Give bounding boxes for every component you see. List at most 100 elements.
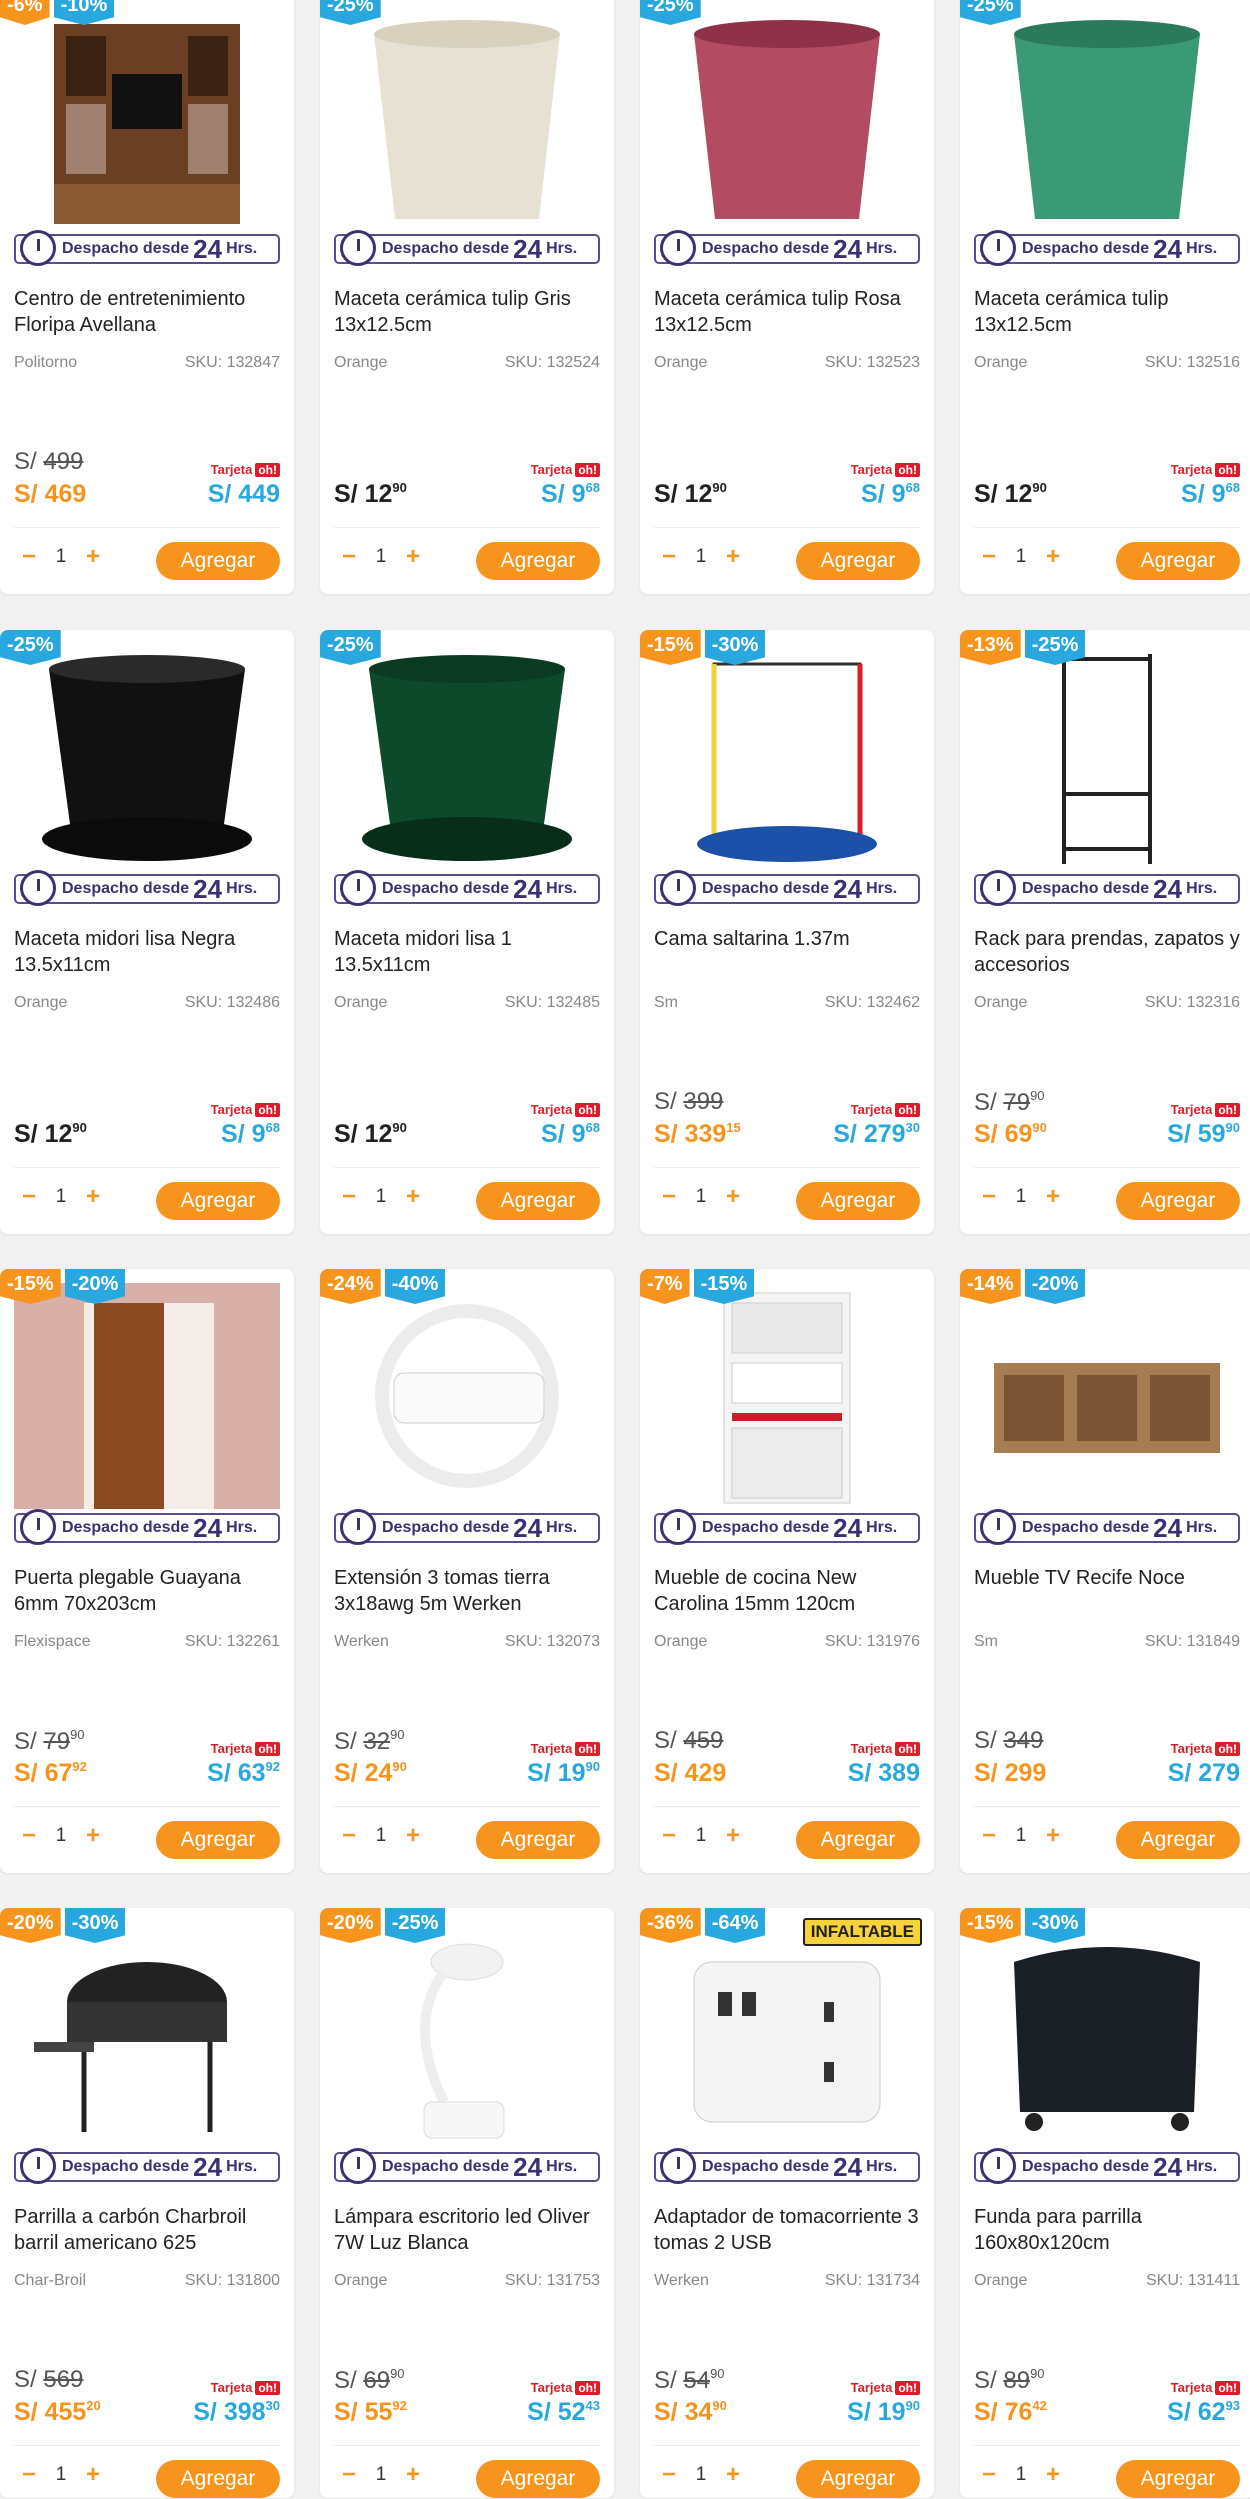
quantity-value[interactable]: 1 [44, 546, 78, 568]
product-title[interactable]: Mueble TV Recife Noce [974, 1565, 1240, 1591]
product-card[interactable]: -6% -10% Despacho desde 24 Hrs. Centro de… [0, 0, 294, 594]
decrease-quantity-button[interactable]: − [14, 2460, 44, 2490]
add-to-cart-button[interactable]: Agregar [476, 542, 600, 580]
product-title[interactable]: Maceta midori lisa 1 13.5x11cm [334, 926, 600, 978]
decrease-quantity-button[interactable]: − [654, 542, 684, 572]
add-to-cart-button[interactable]: Agregar [1116, 1821, 1240, 1859]
product-image[interactable] [14, 1283, 280, 1509]
add-to-cart-button[interactable]: Agregar [796, 1821, 920, 1859]
increase-quantity-button[interactable]: + [1038, 542, 1068, 572]
quantity-value[interactable]: 1 [44, 2464, 78, 2486]
quantity-stepper[interactable]: − 1 + [974, 1821, 1068, 1851]
decrease-quantity-button[interactable]: − [654, 2460, 684, 2490]
decrease-quantity-button[interactable]: − [654, 1182, 684, 1212]
increase-quantity-button[interactable]: + [398, 1182, 428, 1212]
product-card[interactable]: -25% Despacho desde 24 Hrs. Maceta cerám… [640, 0, 934, 594]
quantity-value[interactable]: 1 [44, 1825, 78, 1847]
increase-quantity-button[interactable]: + [718, 1182, 748, 1212]
add-to-cart-button[interactable]: Agregar [1116, 1182, 1240, 1220]
product-card[interactable]: -14% -20% Despacho desde 24 Hrs. Mueble T… [960, 1269, 1250, 1873]
product-title[interactable]: Parrilla a carbón Charbroil barril ameri… [14, 2204, 280, 2256]
decrease-quantity-button[interactable]: − [974, 2460, 1004, 2490]
quantity-stepper[interactable]: − 1 + [974, 1182, 1068, 1212]
increase-quantity-button[interactable]: + [78, 542, 108, 572]
product-title[interactable]: Cama saltarina 1.37m [654, 926, 920, 952]
add-to-cart-button[interactable]: Agregar [156, 1821, 280, 1859]
increase-quantity-button[interactable]: + [398, 2460, 428, 2490]
quantity-stepper[interactable]: − 1 + [654, 1182, 748, 1212]
increase-quantity-button[interactable]: + [398, 1821, 428, 1851]
quantity-value[interactable]: 1 [1004, 1825, 1038, 1847]
decrease-quantity-button[interactable]: − [14, 1182, 44, 1212]
product-image[interactable] [334, 1283, 600, 1509]
quantity-value[interactable]: 1 [684, 2464, 718, 2486]
quantity-stepper[interactable]: − 1 + [14, 2460, 108, 2490]
add-to-cart-button[interactable]: Agregar [476, 2460, 600, 2498]
product-image[interactable] [334, 644, 600, 870]
quantity-stepper[interactable]: − 1 + [654, 542, 748, 572]
increase-quantity-button[interactable]: + [718, 542, 748, 572]
quantity-stepper[interactable]: − 1 + [974, 2460, 1068, 2490]
product-title[interactable]: Centro de entretenimiento Floripa Avella… [14, 286, 280, 338]
decrease-quantity-button[interactable]: − [334, 2460, 364, 2490]
product-title[interactable]: Puerta plegable Guayana 6mm 70x203cm [14, 1565, 280, 1617]
product-image[interactable] [654, 644, 920, 870]
increase-quantity-button[interactable]: + [1038, 1182, 1068, 1212]
product-title[interactable]: Maceta cerámica tulip 13x12.5cm [974, 286, 1240, 338]
product-image[interactable] [334, 4, 600, 230]
product-card[interactable]: -15% -30% Despacho desde 24 Hrs. Funda pa… [960, 1908, 1250, 2498]
decrease-quantity-button[interactable]: − [974, 1821, 1004, 1851]
product-title[interactable]: Adaptador de tomacorriente 3 tomas 2 USB [654, 2204, 920, 2256]
increase-quantity-button[interactable]: + [1038, 2460, 1068, 2490]
add-to-cart-button[interactable]: Agregar [1116, 542, 1240, 580]
quantity-stepper[interactable]: − 1 + [14, 542, 108, 572]
increase-quantity-button[interactable]: + [78, 1182, 108, 1212]
quantity-stepper[interactable]: − 1 + [334, 1821, 428, 1851]
product-title[interactable]: Maceta midori lisa Negra 13.5x11cm [14, 926, 280, 978]
decrease-quantity-button[interactable]: − [654, 1821, 684, 1851]
product-title[interactable]: Maceta cerámica tulip Rosa 13x12.5cm [654, 286, 920, 338]
add-to-cart-button[interactable]: Agregar [156, 1182, 280, 1220]
quantity-value[interactable]: 1 [1004, 546, 1038, 568]
increase-quantity-button[interactable]: + [1038, 1821, 1068, 1851]
product-card[interactable]: -20% -30% Despacho desde 24 Hrs. Parrilla… [0, 1908, 294, 2498]
quantity-value[interactable]: 1 [684, 1186, 718, 1208]
decrease-quantity-button[interactable]: − [334, 1182, 364, 1212]
product-image[interactable] [974, 1922, 1240, 2148]
product-title[interactable]: Lámpara escritorio led Oliver 7W Luz Bla… [334, 2204, 600, 2256]
add-to-cart-button[interactable]: Agregar [796, 542, 920, 580]
product-image[interactable] [14, 644, 280, 870]
product-image[interactable] [654, 1922, 920, 2148]
add-to-cart-button[interactable]: Agregar [796, 2460, 920, 2498]
quantity-stepper[interactable]: − 1 + [334, 1182, 428, 1212]
quantity-value[interactable]: 1 [684, 546, 718, 568]
quantity-stepper[interactable]: − 1 + [14, 1821, 108, 1851]
quantity-value[interactable]: 1 [1004, 1186, 1038, 1208]
increase-quantity-button[interactable]: + [718, 1821, 748, 1851]
decrease-quantity-button[interactable]: − [14, 1821, 44, 1851]
add-to-cart-button[interactable]: Agregar [156, 542, 280, 580]
product-title[interactable]: Funda para parrilla 160x80x120cm [974, 2204, 1240, 2256]
product-card[interactable]: -36% -64% INFALTABLE Despacho desde 24 Hr… [640, 1908, 934, 2498]
quantity-value[interactable]: 1 [364, 2464, 398, 2486]
increase-quantity-button[interactable]: + [78, 2460, 108, 2490]
quantity-value[interactable]: 1 [364, 1186, 398, 1208]
add-to-cart-button[interactable]: Agregar [476, 1182, 600, 1220]
quantity-stepper[interactable]: − 1 + [654, 1821, 748, 1851]
product-card[interactable]: -24% -40% Despacho desde 24 Hrs. Extensió… [320, 1269, 614, 1873]
product-card[interactable]: -25% Despacho desde 24 Hrs. Maceta midor… [320, 630, 614, 1234]
product-card[interactable]: -25% Despacho desde 24 Hrs. Maceta midor… [0, 630, 294, 1234]
quantity-value[interactable]: 1 [684, 1825, 718, 1847]
quantity-value[interactable]: 1 [364, 1825, 398, 1847]
add-to-cart-button[interactable]: Agregar [796, 1182, 920, 1220]
quantity-stepper[interactable]: − 1 + [974, 542, 1068, 572]
product-title[interactable]: Mueble de cocina New Carolina 15mm 120cm [654, 1565, 920, 1617]
product-card[interactable]: -25% Despacho desde 24 Hrs. Maceta cerám… [960, 0, 1250, 594]
product-card[interactable]: -15% -20% Despacho desde 24 Hrs. Puerta p… [0, 1269, 294, 1873]
product-image[interactable] [654, 4, 920, 230]
product-image[interactable] [14, 4, 280, 230]
product-title[interactable]: Maceta cerámica tulip Gris 13x12.5cm [334, 286, 600, 338]
decrease-quantity-button[interactable]: − [334, 1821, 364, 1851]
quantity-value[interactable]: 1 [1004, 2464, 1038, 2486]
product-image[interactable] [974, 1283, 1240, 1509]
